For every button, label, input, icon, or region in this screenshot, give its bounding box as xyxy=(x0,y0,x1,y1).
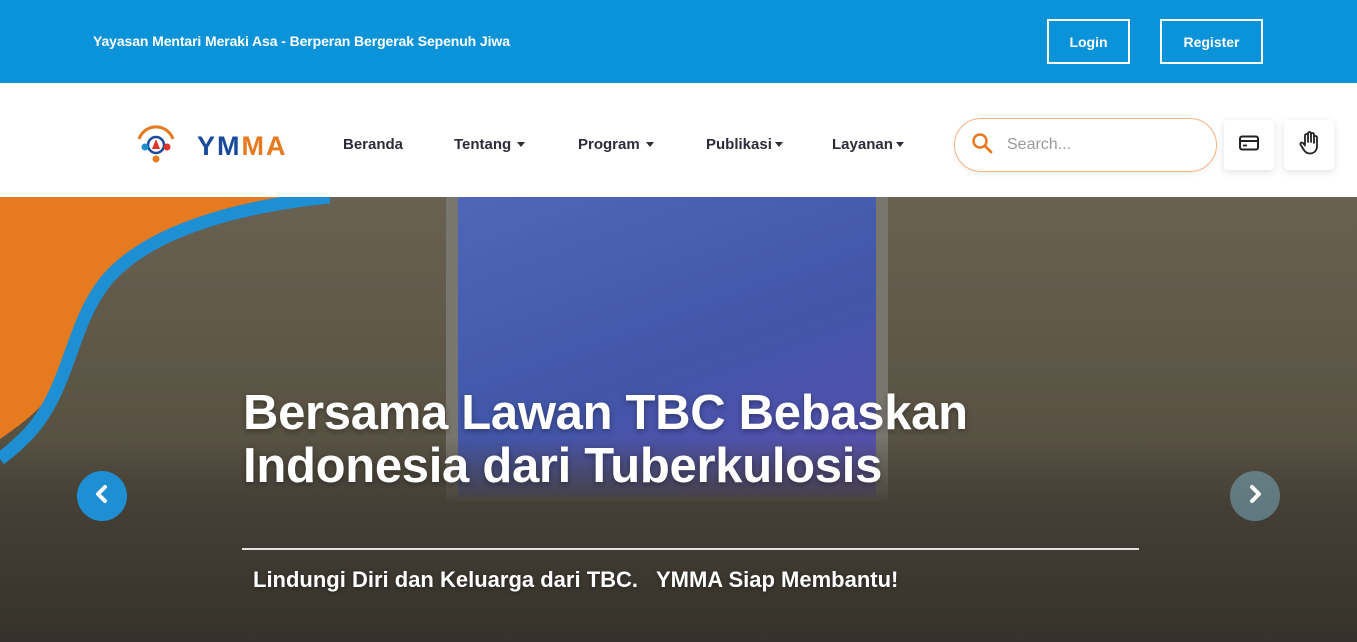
nav-item-label: Layanan xyxy=(832,136,893,153)
nav-item-program[interactable]: Program xyxy=(578,136,654,153)
hero-subtitle: Lindungi Diri dan Keluarga dari TBC. YMM… xyxy=(253,567,899,592)
nav-item-layanan[interactable]: Layanan xyxy=(832,136,904,153)
chevron-right-icon xyxy=(1245,484,1265,509)
nav-item-label: Beranda xyxy=(343,136,404,153)
search-box xyxy=(954,118,1217,172)
nav-item-publikasi[interactable]: Publikasi xyxy=(706,136,783,153)
payment-button[interactable] xyxy=(1224,120,1274,170)
logo-text-part1: YM xyxy=(197,130,242,161)
top-bar: Yayasan Mentari Meraki Asa - Berperan Be… xyxy=(0,0,1357,83)
search-input[interactable] xyxy=(1007,136,1187,154)
ymma-logo-icon xyxy=(133,125,179,167)
ymma-logo[interactable]: YMMA xyxy=(133,125,288,167)
nav-item-tentang[interactable]: Tentang xyxy=(454,136,526,153)
hand-icon xyxy=(1299,130,1319,160)
login-button[interactable]: Login xyxy=(1047,19,1130,64)
register-button[interactable]: Register xyxy=(1160,19,1263,64)
caret-down-icon xyxy=(774,142,783,147)
hero-slider: Bersama Lawan TBC Bebaskan Indonesia dar… xyxy=(0,197,1357,642)
donate-button[interactable] xyxy=(1284,120,1334,170)
chevron-left-icon xyxy=(92,484,112,509)
logo-text-part2: MA xyxy=(241,130,288,161)
caret-down-icon xyxy=(895,142,904,147)
slider-next-button[interactable] xyxy=(1230,471,1280,521)
slider-prev-button[interactable] xyxy=(77,471,127,521)
caret-down-icon xyxy=(645,142,654,147)
tagline: Yayasan Mentari Meraki Asa - Berperan Be… xyxy=(93,33,510,49)
nav-item-label: Program xyxy=(578,136,640,153)
logo-text: YMMA xyxy=(197,130,288,161)
main-navbar: YMMA Beranda Tentang Program Publikasi L… xyxy=(0,83,1357,197)
nav-item-label: Publikasi xyxy=(706,136,772,153)
search-icon[interactable] xyxy=(971,132,993,159)
nav-item-label: Tentang xyxy=(454,136,512,153)
hero-divider xyxy=(242,548,1139,550)
nav-item-beranda[interactable]: Beranda xyxy=(343,136,403,153)
credit-card-icon xyxy=(1239,135,1259,156)
caret-down-icon xyxy=(517,142,526,147)
hero-title: Bersama Lawan TBC Bebaskan Indonesia dar… xyxy=(243,386,968,493)
